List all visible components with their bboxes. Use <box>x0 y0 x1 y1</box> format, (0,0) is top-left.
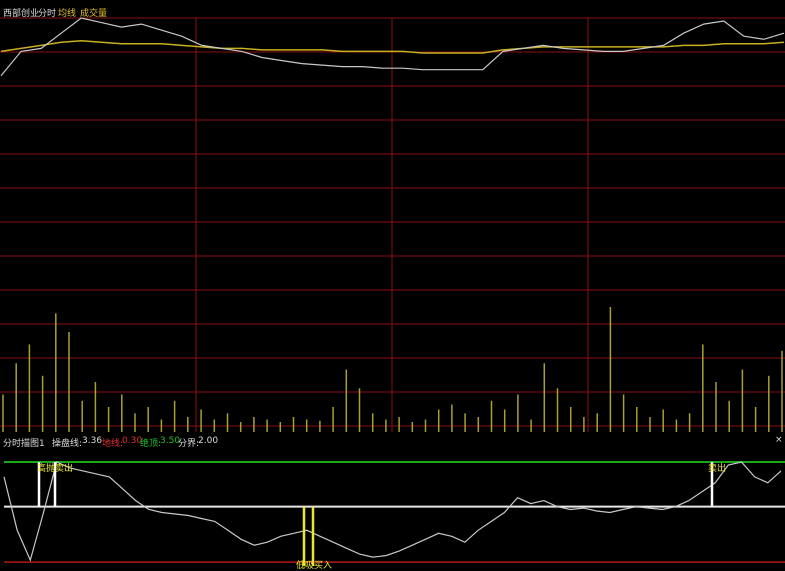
stock-name: 西部创业 <box>3 9 40 19</box>
tab-intraday[interactable]: 分时 <box>38 6 56 19</box>
fenjie-label: 分界: <box>178 439 200 449</box>
chart-canvas <box>0 17 785 566</box>
signal-markers <box>37 462 714 566</box>
close-icon[interactable]: × <box>775 435 783 445</box>
caopan-value: 3.36 <box>82 436 103 446</box>
signal-label-top-left: 高抛卖出 <box>37 464 74 474</box>
legend-volume: 成交量 <box>80 9 108 19</box>
dixian-label: 地线: <box>102 439 124 449</box>
signal-label-top-right: 卖出 <box>708 464 727 474</box>
legend-avg: 均线 <box>58 9 77 19</box>
caopan-line <box>3 461 782 562</box>
signal-label-bottom: 低吸买入 <box>296 561 333 571</box>
price-grid <box>0 17 785 432</box>
indicator-name: 分时描图1 <box>3 439 45 449</box>
caopan-label: 操盘线: <box>52 439 83 449</box>
jueding-label: 绝顶: <box>140 439 162 449</box>
fenjie-value: 2.00 <box>198 436 219 446</box>
